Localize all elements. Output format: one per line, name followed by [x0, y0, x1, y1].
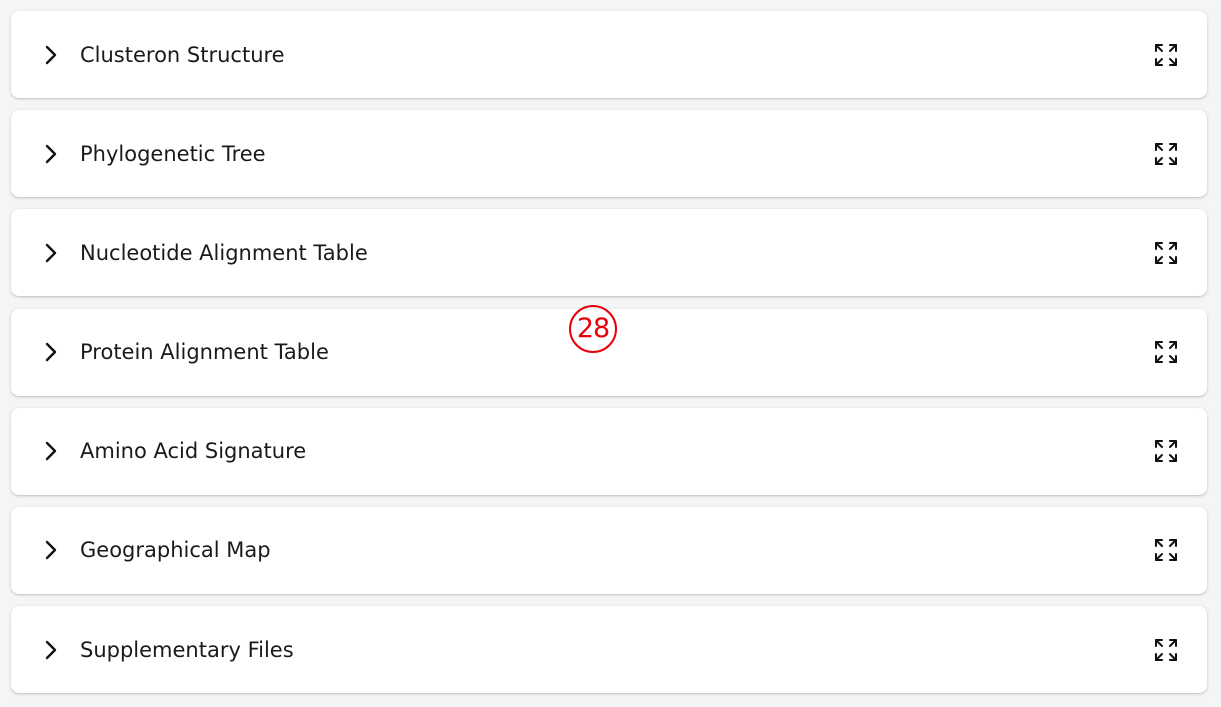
chevron-right-icon[interactable]	[43, 243, 59, 263]
panel-nucleotide-alignment-table[interactable]: Nucleotide Alignment Table	[11, 209, 1207, 297]
panel-title: Nucleotide Alignment Table	[80, 240, 368, 265]
panel-supplementary-files[interactable]: Supplementary Files	[11, 606, 1207, 694]
fullscreen-expand-icon[interactable]	[1153, 42, 1179, 68]
panel-clusteron-structure[interactable]: Clusteron Structure	[11, 11, 1207, 98]
chevron-right-icon[interactable]	[43, 45, 59, 65]
chevron-right-icon[interactable]	[43, 441, 59, 461]
fullscreen-expand-icon[interactable]	[1153, 240, 1179, 266]
fullscreen-expand-icon[interactable]	[1153, 339, 1179, 365]
panel-amino-acid-signature[interactable]: Amino Acid Signature	[11, 407, 1207, 495]
panel-title: Amino Acid Signature	[80, 439, 307, 464]
chevron-right-icon[interactable]	[43, 640, 59, 660]
panel-title: Protein Alignment Table	[80, 340, 329, 365]
chevron-right-icon[interactable]	[43, 540, 59, 560]
chevron-right-icon[interactable]	[43, 144, 59, 164]
annotation-marker: 28	[569, 305, 617, 353]
panel-title: Supplementary Files	[80, 637, 294, 662]
chevron-right-icon[interactable]	[43, 342, 59, 362]
fullscreen-expand-icon[interactable]	[1153, 637, 1179, 663]
fullscreen-expand-icon[interactable]	[1153, 141, 1179, 167]
panel-title: Phylogenetic Tree	[80, 141, 266, 166]
panel-phylogenetic-tree[interactable]: Phylogenetic Tree	[11, 110, 1207, 198]
accordion-list: Clusteron Structure Phylogenetic Tree Nu…	[11, 11, 1207, 705]
fullscreen-expand-icon[interactable]	[1153, 537, 1179, 563]
fullscreen-expand-icon[interactable]	[1153, 438, 1179, 464]
panel-title: Geographical Map	[80, 538, 271, 563]
panel-title: Clusteron Structure	[80, 42, 285, 67]
panel-geographical-map[interactable]: Geographical Map	[11, 506, 1207, 594]
